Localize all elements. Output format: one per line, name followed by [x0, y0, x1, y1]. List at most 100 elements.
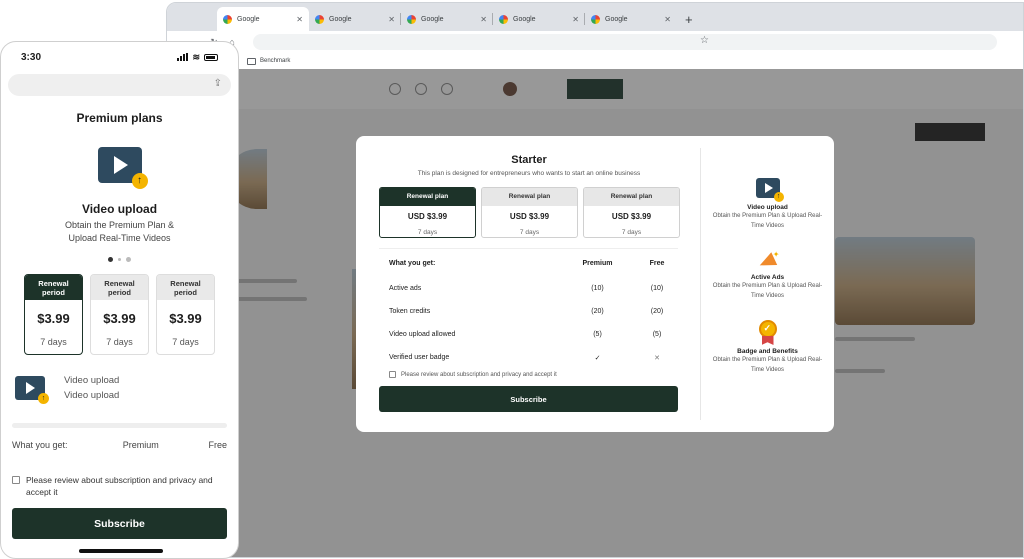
agree-label: Please review about subscription and pri…: [26, 475, 213, 497]
tab-title: Google: [237, 15, 260, 23]
close-icon[interactable]: ✕: [572, 15, 579, 24]
browser-tab[interactable]: Google ✕: [401, 7, 493, 31]
feature-name: Active ads: [389, 285, 422, 292]
bookmark-star-icon[interactable]: ☆: [700, 35, 709, 46]
tab-title: Google: [421, 15, 444, 23]
free-value: (20): [650, 308, 664, 315]
plan-price: USD $3.99: [611, 212, 652, 221]
new-tab-icon[interactable]: +: [685, 12, 693, 27]
plan-options: Renewal period $3.99 7 days Renewal period…: [24, 274, 238, 355]
plan-card[interactable]: Renewal plan USD $3.99 7 days: [481, 187, 578, 238]
mobile-address-bar[interactable]: ⇪: [8, 74, 231, 96]
header-premium: Premium: [122, 440, 159, 450]
browser-tab[interactable]: Google ✕: [585, 7, 677, 31]
plan-card[interactable]: Renewal plan USD $3.99 7 days: [379, 187, 476, 238]
benefit-desc: Obtain the Premium Plan & Upload Real-Ti…: [712, 283, 823, 299]
browser-tab[interactable]: Google ✕: [493, 7, 585, 31]
plan-duration: 7 days: [106, 337, 133, 347]
feature-desc-line: Upload Real-Time Videos: [68, 233, 171, 243]
plan-label: Renewal period: [91, 275, 148, 300]
plan-label: Renewal plan: [584, 188, 679, 206]
plan-price: $3.99: [169, 311, 202, 326]
plan-card[interactable]: Renewal plan USD $3.99 7 days: [583, 187, 680, 238]
tab-bar: Google ✕ Google ✕ Google ✕ Google ✕ Google ✕ …: [167, 3, 1023, 31]
premium-value: (20): [591, 308, 604, 315]
plan-card[interactable]: Renewal period $3.99 7 days: [156, 274, 215, 355]
header-free: Free: [208, 440, 227, 450]
table-row: Active ads (10) (10): [379, 277, 678, 300]
agree-checkbox[interactable]: [389, 371, 396, 378]
benefit-title: Active Ads: [750, 274, 785, 281]
subscribe-button[interactable]: Subscribe: [379, 386, 678, 412]
carousel-dot[interactable]: [126, 257, 131, 262]
close-icon[interactable]: ✕: [664, 15, 671, 24]
carousel-dot[interactable]: [108, 257, 113, 262]
browser-toolbar: ← → ↻ ⌂ ☆: [167, 31, 1023, 53]
signal-icon: [177, 53, 189, 61]
share-icon[interactable]: ⇪: [214, 78, 222, 89]
check-icon: ✓: [594, 354, 601, 362]
modal-title: Starter: [511, 154, 547, 166]
plan-card[interactable]: Renewal period $3.99 7 days: [24, 274, 83, 355]
phone-mockup: 3:30 ≋ ⇪ Premium plans ↑ Video upload Ob…: [0, 41, 239, 559]
horizontal-scrollbar[interactable]: [12, 423, 227, 428]
subscribe-button[interactable]: Subscribe: [12, 508, 227, 539]
plan-panel: Starter This plan is designed for entrep…: [356, 136, 700, 432]
address-bar[interactable]: ☆: [253, 34, 997, 50]
wifi-icon: ≋: [192, 51, 200, 62]
folder-icon: [247, 57, 256, 65]
table-row: Token credits (20) (20): [379, 300, 678, 323]
table-header: What you get: Premium Free: [379, 249, 678, 277]
feature-desc-line: Obtain the Premium Plan &: [64, 220, 175, 230]
plan-label: Renewal period: [157, 275, 214, 300]
feature-title: Video upload: [81, 202, 158, 216]
google-icon: [499, 14, 508, 24]
modal-subtitle: This plan is designed for entrepreneurs …: [417, 170, 641, 177]
agree-row: Please review about subscription and pri…: [12, 474, 227, 498]
benefit-item: ✓ Badge and Benefits Obtain the Premium …: [713, 320, 823, 375]
feature-name: Video upload allowed: [389, 331, 456, 338]
browser-tab[interactable]: Google ✕: [217, 7, 309, 31]
bookmark-benchmark[interactable]: Benchmark: [260, 58, 290, 64]
header-premium: Premium: [582, 259, 613, 267]
plan-duration: 7 days: [172, 337, 199, 347]
subscription-modal: Starter This plan is designed for entrep…: [356, 136, 834, 432]
carousel-dot[interactable]: [118, 258, 121, 261]
premium-value: (10): [591, 285, 604, 292]
feature-row-line: Video upload: [64, 375, 120, 386]
page-viewport: Starter This plan is designed for entrep…: [167, 69, 1023, 557]
close-icon[interactable]: ✕: [296, 15, 303, 24]
feature-row-text: Video upload Video upload: [64, 373, 119, 403]
home-indicator: [79, 549, 163, 553]
plan-duration: 7 days: [621, 229, 642, 236]
benefit-desc: Obtain the Premium Plan & Upload Real-Ti…: [712, 213, 823, 229]
cross-icon: ✕: [654, 354, 660, 362]
plan-label: Renewal plan: [482, 188, 577, 206]
free-value: (5): [652, 331, 662, 338]
close-icon[interactable]: ✕: [388, 15, 395, 24]
table-row: Verified user badge ✓ ✕: [379, 346, 678, 369]
feature-name: Verified user badge: [389, 354, 450, 361]
free-value: (10): [650, 285, 664, 292]
agree-label: Please review about subscription and pri…: [401, 371, 557, 378]
plan-card[interactable]: Renewal period $3.99 7 days: [90, 274, 149, 355]
browser-tab[interactable]: Google ✕: [309, 7, 401, 31]
agree-checkbox[interactable]: [12, 476, 20, 484]
plan-label: Renewal plan: [380, 188, 475, 206]
header-feature: What you get:: [389, 259, 436, 267]
benefits-panel: ↑ Video upload Obtain the Premium Plan &…: [700, 148, 834, 420]
plan-label: Renewal period: [25, 275, 82, 300]
close-icon[interactable]: ✕: [480, 15, 487, 24]
megaphone-icon: ✦: [756, 250, 780, 272]
video-upload-icon: ↑: [97, 147, 148, 189]
stage: Google ✕ Google ✕ Google ✕ Google ✕ Google ✕ …: [0, 0, 1024, 559]
plan-price: USD $3.99: [407, 212, 448, 221]
plan-price: USD $3.99: [509, 212, 550, 221]
clock: 3:30: [21, 51, 42, 63]
agree-row: Please review about subscription and pri…: [379, 371, 700, 378]
plan-options: Renewal plan USD $3.99 7 days Renewal pl…: [379, 187, 700, 238]
google-icon: [407, 14, 416, 24]
feature-desc: Obtain the Premium Plan & Upload Real-Ti…: [1, 219, 238, 245]
benefit-title: Badge and Benefits: [737, 348, 798, 355]
video-upload-icon: ↑: [15, 376, 49, 404]
